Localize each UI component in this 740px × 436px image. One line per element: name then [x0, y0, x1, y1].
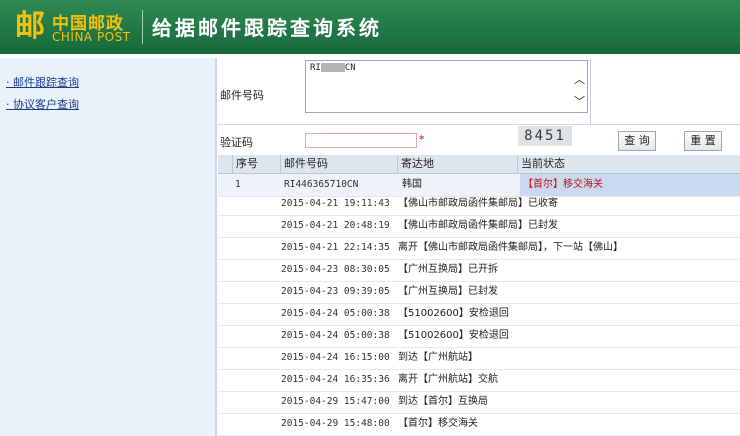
event-description: 【广州互换局】已开拆 [398, 264, 498, 275]
column-header-status: 当前状态 [517, 155, 739, 173]
event-description: 到达【广州航站】 [398, 352, 478, 363]
event-time: 2015-04-24 16:15:00 [281, 352, 390, 363]
event-time: 2015-04-23 08:30:05 [281, 264, 390, 275]
sidebar-bullet: · [6, 76, 13, 89]
table-row[interactable]: 2015-04-21 22:14:35 离开【佛山市邮政局函件集邮局】，下一站【… [218, 237, 740, 260]
sidebar: · 邮件跟踪查询 · 协议客户查询 [0, 58, 217, 436]
event-time: 2015-04-23 09:39:05 [281, 286, 390, 297]
scroll-down-icon[interactable]: ﹀ [574, 93, 585, 109]
event-time: 2015-04-24 16:35:36 [281, 374, 390, 385]
captcha-input[interactable] [305, 133, 417, 148]
event-description: 【51002600】安检退回 [398, 308, 509, 319]
event-time: 2015-04-29 15:47:00 [281, 396, 390, 407]
column-header-mail-number: 邮件号码 [280, 155, 396, 173]
column-header-destination: 寄达地 [397, 155, 517, 173]
sidebar-bullet: · [6, 98, 13, 111]
scroll-up-icon[interactable]: ︿ [574, 71, 585, 87]
form-right-panel [590, 60, 740, 124]
captcha-image: 8451 [518, 126, 572, 146]
event-description: 离开【佛山市邮政局函件集邮局】，下一站【佛山】 [398, 242, 623, 253]
app-title: 给据邮件跟踪查询系统 [152, 16, 382, 40]
china-post-emblem-icon: 邮 [15, 9, 45, 44]
app-header: 邮 中国邮政 CHINA POST 给据邮件跟踪查询系统 [0, 0, 740, 54]
table-row[interactable]: 2015-04-24 05:00:38 【51002600】安检退回 [218, 325, 740, 348]
event-description: 【51002600】安检退回 [398, 330, 509, 341]
event-description: 【佛山市邮政局函件集邮局】已收寄 [398, 198, 558, 209]
main-panel: 邮件号码 RI CN ︿ ﹀ 验证码 * 8451 查 询 重 置 序号 邮件号码… [218, 58, 740, 436]
mail-number-prefix: RI [310, 63, 321, 73]
event-description: 【首尔】移交海关 [398, 418, 478, 429]
form-divider [218, 124, 740, 125]
event-description: 离开【广州航站】交航 [398, 374, 498, 385]
table-row[interactable]: 2015-04-23 08:30:05 【广州互换局】已开拆 [218, 259, 740, 282]
table-row[interactable]: 2015-04-23 09:39:05 【广州互换局】已封发 [218, 281, 740, 304]
column-header-index: 序号 [232, 155, 280, 173]
china-post-logo: 邮 中国邮政 CHINA POST [12, 8, 138, 46]
table-row[interactable]: 2015-04-24 05:00:38 【51002600】安检退回 [218, 303, 740, 326]
event-time: 2015-04-24 05:00:38 [281, 330, 390, 341]
sidebar-item-label: 协议客户查询 [13, 98, 79, 111]
table-row[interactable]: 2015-04-29 15:48:00 【首尔】移交海关 [218, 413, 740, 436]
event-time: 2015-04-24 05:00:38 [281, 308, 390, 319]
event-description: 【广州互换局】已封发 [398, 286, 498, 297]
event-time: 2015-04-21 20:48:19 [281, 220, 390, 231]
table-row[interactable]: 2015-04-21 19:11:43 【佛山市邮政局函件集邮局】已收寄 [218, 193, 740, 216]
event-description: 【佛山市邮政局函件集邮局】已封发 [398, 220, 558, 231]
table-row[interactable]: 2015-04-29 15:47:00 到达【首尔】互换局 [218, 391, 740, 414]
mail-number-label: 邮件号码 [220, 89, 264, 102]
sidebar-item-label: 邮件跟踪查询 [13, 76, 79, 89]
header-divider [142, 10, 143, 44]
table-row[interactable]: 2015-04-24 16:15:00 到达【广州航站】 [218, 347, 740, 370]
logo-english-text: CHINA POST [52, 30, 131, 44]
event-time: 2015-04-29 15:48:00 [281, 418, 390, 429]
event-description: 到达【首尔】互换局 [398, 396, 488, 407]
required-mark: * [419, 133, 425, 146]
table-header: 序号 邮件号码 寄达地 当前状态 [218, 155, 740, 174]
mail-number-textarea[interactable]: RI CN ︿ ﹀ [305, 60, 588, 113]
reset-button[interactable]: 重 置 [684, 131, 722, 151]
event-time: 2015-04-21 22:14:35 [281, 242, 390, 253]
event-time: 2015-04-21 19:11:43 [281, 198, 390, 209]
query-button[interactable]: 查 询 [618, 131, 656, 151]
sidebar-item-mail-tracking[interactable]: · 邮件跟踪查询 [0, 72, 215, 94]
table-row[interactable]: 2015-04-21 20:48:19 【佛山市邮政局函件集邮局】已封发 [218, 215, 740, 238]
mail-number-suffix: CN [344, 63, 356, 73]
redacted-mail-number [320, 63, 345, 72]
sidebar-item-contract-customer[interactable]: · 协议客户查询 [0, 94, 215, 116]
table-row[interactable]: 2015-04-24 16:35:36 离开【广州航站】交航 [218, 369, 740, 392]
captcha-label: 验证码 [220, 136, 253, 149]
